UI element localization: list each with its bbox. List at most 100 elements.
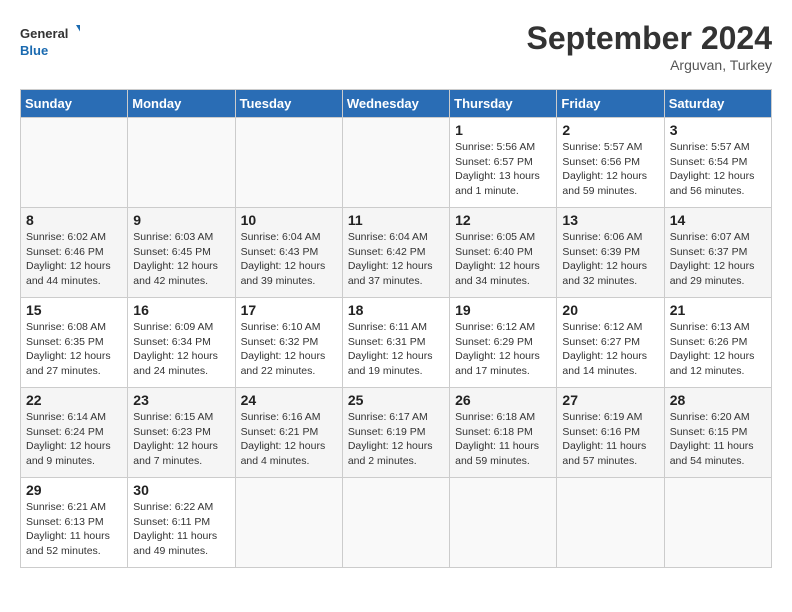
day-number: 24 [241, 392, 337, 408]
day-number: 16 [133, 302, 229, 318]
month-title: September 2024 [527, 20, 772, 57]
calendar-cell: 27 Sunrise: 6:19 AMSunset: 6:16 PMDaylig… [557, 388, 664, 478]
day-info: Sunrise: 5:56 AMSunset: 6:57 PMDaylight:… [455, 141, 540, 197]
calendar-cell: 25 Sunrise: 6:17 AMSunset: 6:19 PMDaylig… [342, 388, 449, 478]
day-info: Sunrise: 6:20 AMSunset: 6:15 PMDaylight:… [670, 411, 754, 467]
calendar-cell: 12 Sunrise: 6:05 AMSunset: 6:40 PMDaylig… [450, 208, 557, 298]
day-info: Sunrise: 6:05 AMSunset: 6:40 PMDaylight:… [455, 231, 540, 287]
calendar-cell [235, 118, 342, 208]
header-friday: Friday [557, 90, 664, 118]
calendar-cell [450, 478, 557, 568]
day-info: Sunrise: 6:21 AMSunset: 6:13 PMDaylight:… [26, 501, 110, 557]
day-info: Sunrise: 6:06 AMSunset: 6:39 PMDaylight:… [562, 231, 647, 287]
day-number: 2 [562, 122, 658, 138]
calendar-cell: 1 Sunrise: 5:56 AMSunset: 6:57 PMDayligh… [450, 118, 557, 208]
calendar-cell [342, 118, 449, 208]
calendar-cell: 9 Sunrise: 6:03 AMSunset: 6:45 PMDayligh… [128, 208, 235, 298]
calendar-cell: 18 Sunrise: 6:11 AMSunset: 6:31 PMDaylig… [342, 298, 449, 388]
header-tuesday: Tuesday [235, 90, 342, 118]
day-info: Sunrise: 6:18 AMSunset: 6:18 PMDaylight:… [455, 411, 539, 467]
day-number: 20 [562, 302, 658, 318]
calendar-body: 1 Sunrise: 5:56 AMSunset: 6:57 PMDayligh… [21, 118, 772, 568]
calendar-cell: 26 Sunrise: 6:18 AMSunset: 6:18 PMDaylig… [450, 388, 557, 478]
day-info: Sunrise: 6:14 AMSunset: 6:24 PMDaylight:… [26, 411, 111, 467]
day-number: 21 [670, 302, 766, 318]
week-row-1: 1 Sunrise: 5:56 AMSunset: 6:57 PMDayligh… [21, 118, 772, 208]
calendar-cell: 20 Sunrise: 6:12 AMSunset: 6:27 PMDaylig… [557, 298, 664, 388]
week-row-2: 8 Sunrise: 6:02 AMSunset: 6:46 PMDayligh… [21, 208, 772, 298]
day-info: Sunrise: 6:13 AMSunset: 6:26 PMDaylight:… [670, 321, 755, 377]
day-info: Sunrise: 6:17 AMSunset: 6:19 PMDaylight:… [348, 411, 433, 467]
calendar-cell: 14 Sunrise: 6:07 AMSunset: 6:37 PMDaylig… [664, 208, 771, 298]
day-info: Sunrise: 5:57 AMSunset: 6:54 PMDaylight:… [670, 141, 755, 197]
svg-text:Blue: Blue [20, 43, 48, 58]
day-info: Sunrise: 6:02 AMSunset: 6:46 PMDaylight:… [26, 231, 111, 287]
day-info: Sunrise: 6:08 AMSunset: 6:35 PMDaylight:… [26, 321, 111, 377]
day-info: Sunrise: 6:03 AMSunset: 6:45 PMDaylight:… [133, 231, 218, 287]
header-row: Sunday Monday Tuesday Wednesday Thursday… [21, 90, 772, 118]
calendar-cell: 22 Sunrise: 6:14 AMSunset: 6:24 PMDaylig… [21, 388, 128, 478]
day-number: 26 [455, 392, 551, 408]
calendar-cell: 3 Sunrise: 5:57 AMSunset: 6:54 PMDayligh… [664, 118, 771, 208]
day-number: 29 [26, 482, 122, 498]
day-number: 25 [348, 392, 444, 408]
calendar-cell: 23 Sunrise: 6:15 AMSunset: 6:23 PMDaylig… [128, 388, 235, 478]
week-row-5: 29 Sunrise: 6:21 AMSunset: 6:13 PMDaylig… [21, 478, 772, 568]
svg-text:General: General [20, 26, 68, 41]
day-info: Sunrise: 6:12 AMSunset: 6:27 PMDaylight:… [562, 321, 647, 377]
logo: General Blue [20, 20, 80, 60]
calendar-cell: 11 Sunrise: 6:04 AMSunset: 6:42 PMDaylig… [342, 208, 449, 298]
day-info: Sunrise: 5:57 AMSunset: 6:56 PMDaylight:… [562, 141, 647, 197]
logo-svg: General Blue [20, 20, 80, 60]
calendar-cell: 21 Sunrise: 6:13 AMSunset: 6:26 PMDaylig… [664, 298, 771, 388]
header-sunday: Sunday [21, 90, 128, 118]
header-wednesday: Wednesday [342, 90, 449, 118]
day-number: 30 [133, 482, 229, 498]
day-info: Sunrise: 6:07 AMSunset: 6:37 PMDaylight:… [670, 231, 755, 287]
day-info: Sunrise: 6:09 AMSunset: 6:34 PMDaylight:… [133, 321, 218, 377]
day-number: 27 [562, 392, 658, 408]
day-info: Sunrise: 6:22 AMSunset: 6:11 PMDaylight:… [133, 501, 217, 557]
calendar-cell: 2 Sunrise: 5:57 AMSunset: 6:56 PMDayligh… [557, 118, 664, 208]
calendar-cell: 16 Sunrise: 6:09 AMSunset: 6:34 PMDaylig… [128, 298, 235, 388]
header-thursday: Thursday [450, 90, 557, 118]
page-header: General Blue September 2024 Arguvan, Tur… [20, 20, 772, 73]
location: Arguvan, Turkey [527, 57, 772, 73]
calendar-cell [664, 478, 771, 568]
day-info: Sunrise: 6:15 AMSunset: 6:23 PMDaylight:… [133, 411, 218, 467]
calendar-cell: 17 Sunrise: 6:10 AMSunset: 6:32 PMDaylig… [235, 298, 342, 388]
day-number: 13 [562, 212, 658, 228]
day-number: 17 [241, 302, 337, 318]
day-info: Sunrise: 6:16 AMSunset: 6:21 PMDaylight:… [241, 411, 326, 467]
calendar-cell: 24 Sunrise: 6:16 AMSunset: 6:21 PMDaylig… [235, 388, 342, 478]
day-number: 15 [26, 302, 122, 318]
calendar-cell: 19 Sunrise: 6:12 AMSunset: 6:29 PMDaylig… [450, 298, 557, 388]
title-block: September 2024 Arguvan, Turkey [527, 20, 772, 73]
day-info: Sunrise: 6:19 AMSunset: 6:16 PMDaylight:… [562, 411, 646, 467]
day-number: 10 [241, 212, 337, 228]
day-info: Sunrise: 6:04 AMSunset: 6:43 PMDaylight:… [241, 231, 326, 287]
header-saturday: Saturday [664, 90, 771, 118]
day-info: Sunrise: 6:11 AMSunset: 6:31 PMDaylight:… [348, 321, 433, 377]
day-number: 3 [670, 122, 766, 138]
day-number: 12 [455, 212, 551, 228]
day-number: 1 [455, 122, 551, 138]
calendar-cell: 30 Sunrise: 6:22 AMSunset: 6:11 PMDaylig… [128, 478, 235, 568]
day-number: 9 [133, 212, 229, 228]
day-number: 11 [348, 212, 444, 228]
day-number: 14 [670, 212, 766, 228]
calendar-cell: 10 Sunrise: 6:04 AMSunset: 6:43 PMDaylig… [235, 208, 342, 298]
calendar-cell [235, 478, 342, 568]
calendar-cell: 29 Sunrise: 6:21 AMSunset: 6:13 PMDaylig… [21, 478, 128, 568]
week-row-3: 15 Sunrise: 6:08 AMSunset: 6:35 PMDaylig… [21, 298, 772, 388]
calendar-cell: 13 Sunrise: 6:06 AMSunset: 6:39 PMDaylig… [557, 208, 664, 298]
week-row-4: 22 Sunrise: 6:14 AMSunset: 6:24 PMDaylig… [21, 388, 772, 478]
calendar-cell [21, 118, 128, 208]
day-info: Sunrise: 6:12 AMSunset: 6:29 PMDaylight:… [455, 321, 540, 377]
day-number: 18 [348, 302, 444, 318]
calendar-cell [128, 118, 235, 208]
day-info: Sunrise: 6:04 AMSunset: 6:42 PMDaylight:… [348, 231, 433, 287]
day-number: 8 [26, 212, 122, 228]
calendar-cell [342, 478, 449, 568]
calendar-header: Sunday Monday Tuesday Wednesday Thursday… [21, 90, 772, 118]
